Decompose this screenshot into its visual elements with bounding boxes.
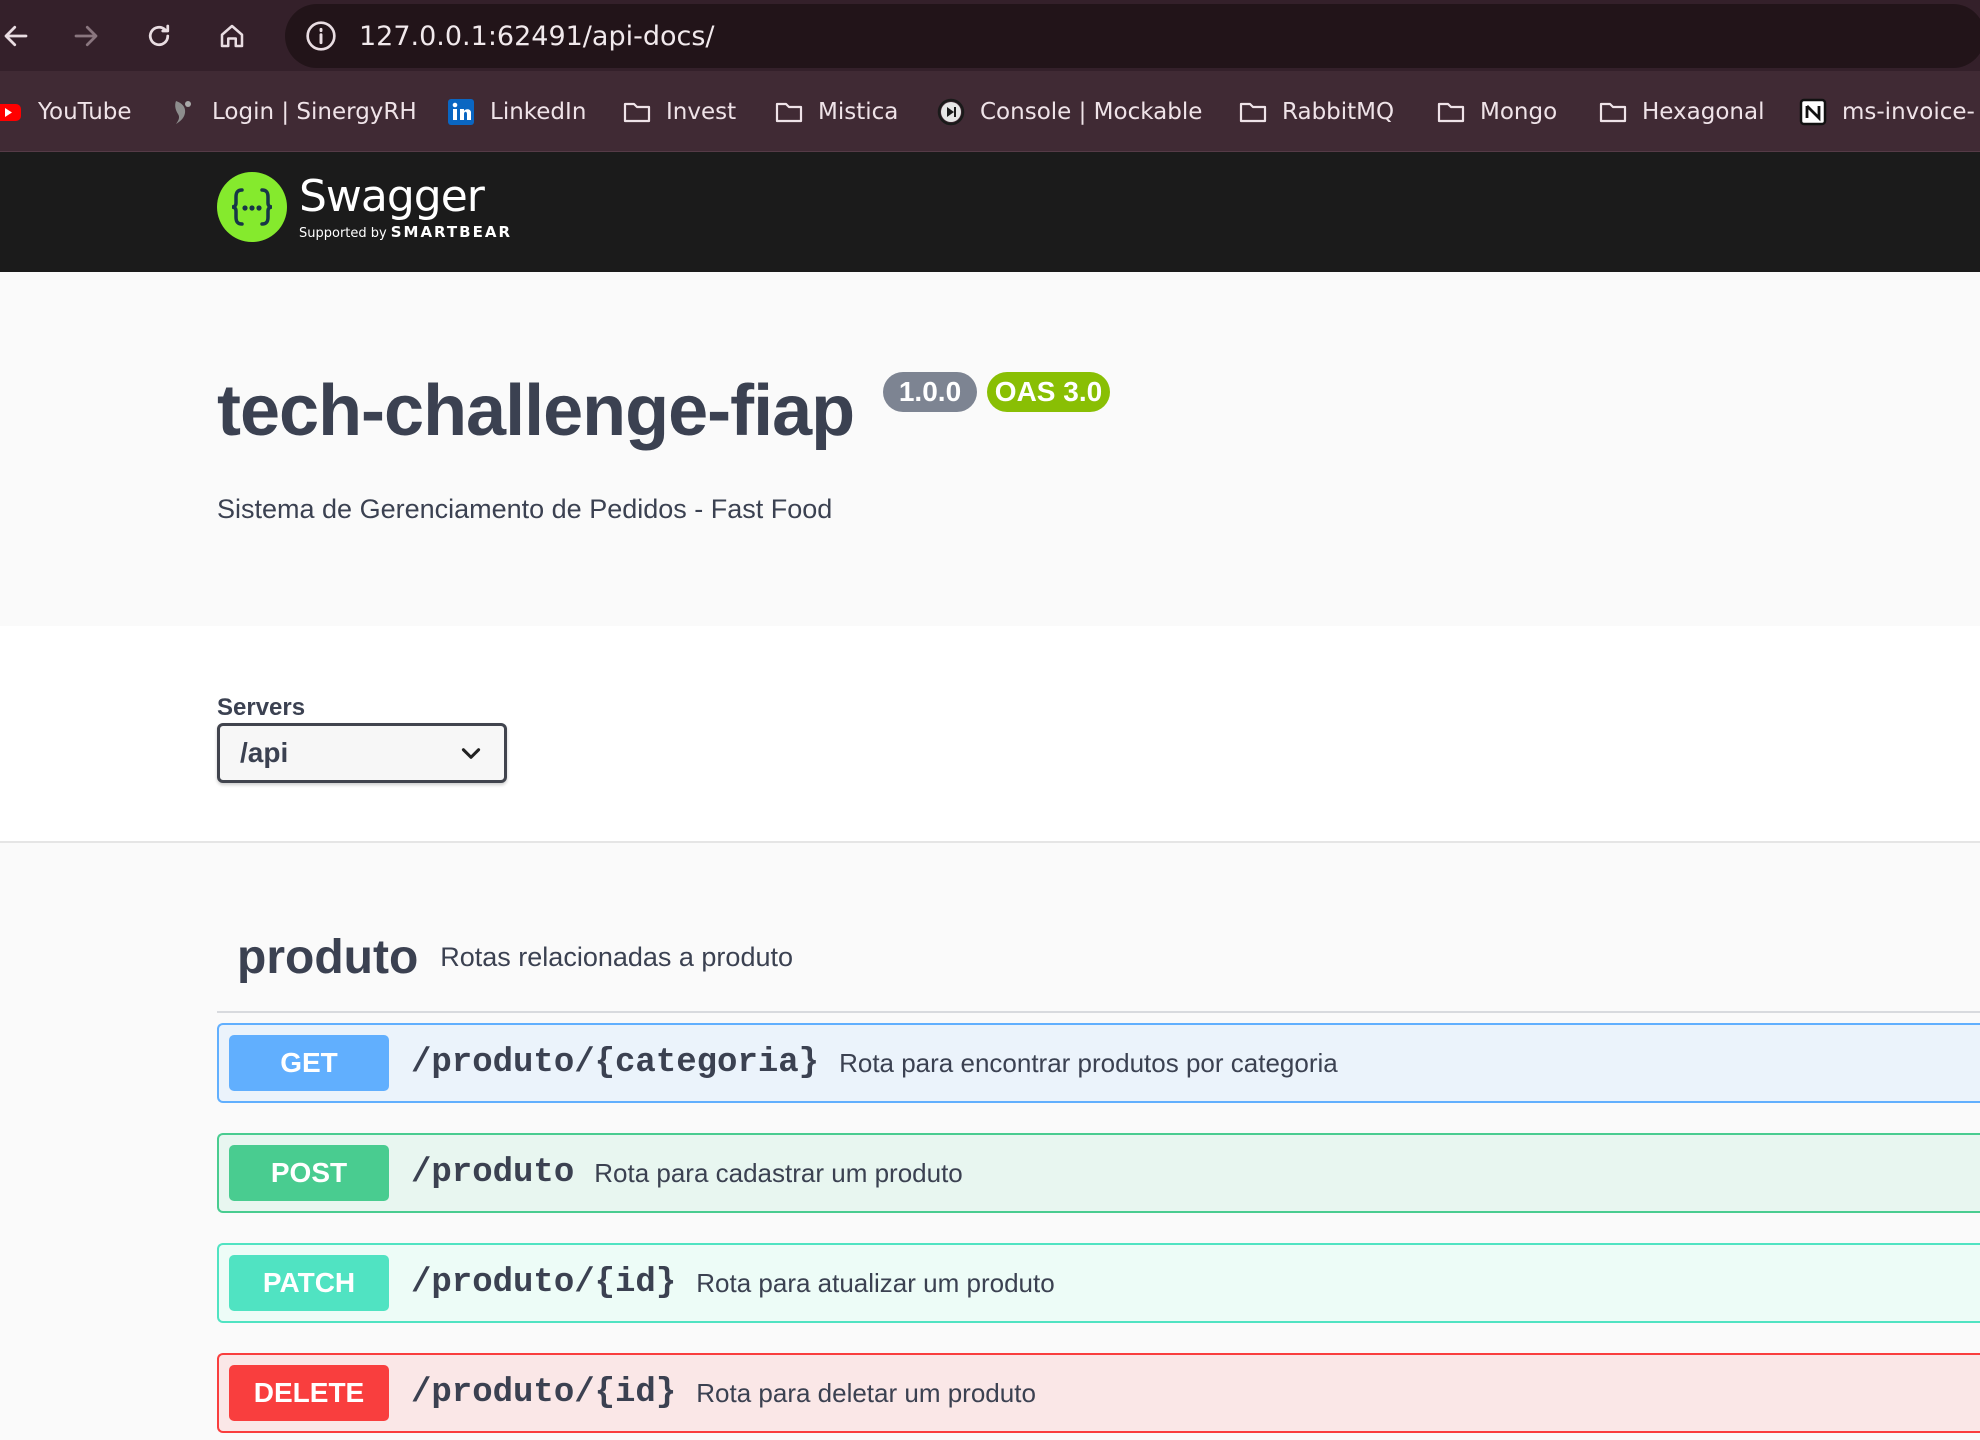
bookmark-mockable[interactable]: Console | Mockable — [936, 71, 1203, 151]
site-info-icon[interactable] — [301, 16, 341, 56]
home-icon — [220, 24, 244, 48]
forward-button[interactable] — [64, 14, 108, 58]
operations-section: produto Rotas relacionadas a produto GET… — [0, 843, 1980, 1440]
bookmark-mistica[interactable]: Mistica — [774, 71, 899, 151]
bookmark-label: YouTube — [38, 98, 132, 125]
folder-icon — [1436, 97, 1466, 127]
folder-icon — [774, 97, 804, 127]
bookmark-hexagonal[interactable]: Hexagonal — [1598, 71, 1765, 151]
chevron-down-icon — [461, 748, 481, 759]
servers-label: Servers — [217, 694, 306, 721]
bookmark-label: Hexagonal — [1642, 98, 1765, 125]
operation-path: /produto/{id} — [411, 1264, 677, 1302]
operation-summary: Rota para encontrar produtos por categor… — [839, 1047, 1338, 1078]
folder-icon — [1238, 97, 1268, 127]
arrow-left-icon — [4, 25, 28, 47]
method-badge-post: POST — [229, 1145, 389, 1201]
api-description: Sistema de Gerenciamento de Pedidos - Fa… — [217, 494, 833, 524]
servers-section: Servers /api — [0, 626, 1980, 843]
bookmark-youtube[interactable]: YouTube — [0, 71, 132, 151]
oas-badge: OAS 3.0 — [987, 372, 1110, 412]
home-button[interactable] — [210, 14, 254, 58]
tag-name: produto — [237, 930, 419, 984]
operation-summary: Rota para cadastrar um produto — [594, 1157, 963, 1188]
bookmark-label: Mistica — [818, 98, 899, 125]
address-bar[interactable]: 127.0.0.1:62491/api-docs/ — [285, 4, 1980, 68]
bookmark-linkedin[interactable]: LinkedIn — [446, 71, 587, 151]
bookmark-label: LinkedIn — [490, 98, 587, 125]
folder-icon — [622, 97, 652, 127]
arrow-right-icon — [74, 25, 98, 47]
swagger-supported: Supported by SMARTBEAR — [299, 223, 512, 241]
sinergy-icon — [168, 97, 198, 127]
url-text: 127.0.0.1:62491/api-docs/ — [359, 20, 715, 52]
tag-description: Rotas relacionadas a produto — [440, 941, 793, 972]
swagger-braces-icon — [217, 172, 287, 242]
operation-delete-produto-id[interactable]: DELETE /produto/{id} Rota para deletar u… — [217, 1353, 1980, 1433]
operation-summary: Rota para deletar um produto — [696, 1377, 1036, 1408]
bookmark-mongo[interactable]: Mongo — [1436, 71, 1558, 151]
method-badge-delete: DELETE — [229, 1365, 389, 1421]
operation-path: /produto/{id} — [411, 1374, 677, 1412]
notion-icon — [1798, 97, 1828, 127]
browser-toolbar: 127.0.0.1:62491/api-docs/ — [0, 0, 1980, 71]
method-badge-patch: PATCH — [229, 1255, 389, 1311]
reload-button[interactable] — [137, 14, 181, 58]
swagger-logo[interactable]: Swagger Supported by SMARTBEAR — [217, 172, 512, 242]
youtube-icon — [0, 97, 24, 127]
swagger-topbar: Swagger Supported by SMARTBEAR — [0, 152, 1980, 272]
bookmark-rabbitmq[interactable]: RabbitMQ — [1238, 71, 1395, 151]
version-badge: 1.0.0 — [883, 372, 977, 412]
folder-icon — [1598, 97, 1628, 127]
bookmarks-bar: YouTube Login | SinergyRH LinkedIn Inves… — [0, 71, 1980, 152]
operation-path: /produto — [411, 1154, 575, 1192]
api-title: tech-challenge-fiap — [217, 371, 855, 451]
servers-selected-value: /api — [240, 737, 289, 768]
operation-post-produto[interactable]: POST /produto Rota para cadastrar um pro… — [217, 1133, 1980, 1213]
bookmark-label: Mongo — [1480, 98, 1558, 125]
tag-header-produto[interactable]: produto Rotas relacionadas a produto — [217, 903, 1980, 1013]
bookmark-invest[interactable]: Invest — [622, 71, 737, 151]
bookmark-ms-invoice[interactable]: ms-invoice- — [1798, 71, 1975, 151]
bookmark-label: Invest — [666, 98, 737, 125]
linkedin-icon — [446, 97, 476, 127]
mockable-icon — [936, 97, 966, 127]
bookmark-sinergyrh[interactable]: Login | SinergyRH — [168, 71, 417, 151]
back-button[interactable] — [0, 14, 38, 58]
api-info: tech-challenge-fiap 1.0.0 OAS 3.0 Sistem… — [0, 272, 1980, 626]
smartbear-text: SMARTBEAR — [390, 223, 513, 241]
operation-get-produto-categoria[interactable]: GET /produto/{categoria} Rota para encon… — [217, 1023, 1980, 1103]
swagger-logo-text: Swagger Supported by SMARTBEAR — [299, 171, 512, 242]
operation-patch-produto-id[interactable]: PATCH /produto/{id} Rota para atualizar … — [217, 1243, 1980, 1323]
operation-path: /produto/{categoria} — [411, 1044, 820, 1082]
bookmark-label: ms-invoice- — [1842, 98, 1975, 125]
servers-select[interactable]: /api — [217, 723, 507, 783]
bookmark-label: Login | SinergyRH — [212, 98, 417, 125]
swagger-name: Swagger — [299, 171, 485, 222]
supported-by-text: Supported by — [299, 226, 387, 241]
reload-icon — [148, 24, 170, 47]
operation-summary: Rota para atualizar um produto — [696, 1267, 1055, 1298]
bookmark-label: Console | Mockable — [980, 98, 1203, 125]
bookmark-label: RabbitMQ — [1282, 98, 1395, 125]
method-badge-get: GET — [229, 1035, 389, 1091]
